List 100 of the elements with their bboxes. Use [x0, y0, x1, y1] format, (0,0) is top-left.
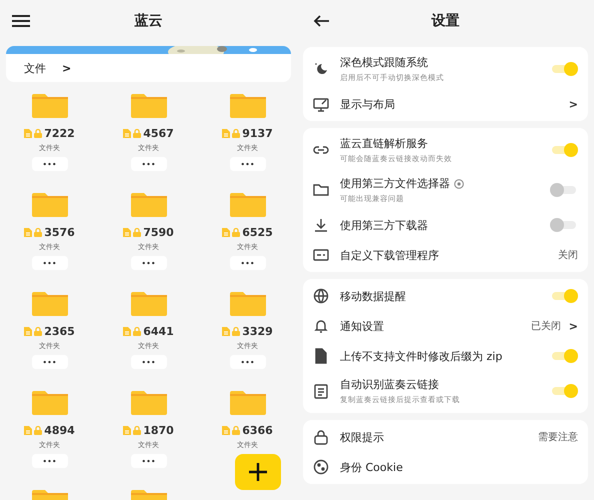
chevron-icon[interactable]: >	[568, 320, 578, 332]
more-button[interactable]: •••	[32, 256, 68, 270]
folder-icon[interactable]	[130, 193, 166, 217]
file-icon	[24, 327, 32, 336]
file-icon	[123, 426, 132, 435]
folder-name: 4567	[143, 127, 174, 140]
more-button[interactable]: •••	[32, 355, 68, 369]
folder-name: 2365	[44, 325, 75, 338]
toggle-switch[interactable]	[550, 62, 578, 76]
globe-icon	[313, 288, 329, 304]
setting-label: 深色模式跟随系统	[340, 55, 428, 70]
lock-icon	[313, 429, 329, 445]
more-button[interactable]: •••	[130, 157, 166, 171]
lock-icon	[34, 426, 42, 435]
folder-name: 6525	[242, 226, 273, 239]
folder-name: 9137	[242, 127, 273, 140]
folder-name: 1870	[143, 424, 174, 437]
setting-label: 自定义下载管理程序	[340, 248, 439, 262]
folder-icon[interactable]	[230, 94, 266, 118]
setting-label: 自动识别蓝奏云链接	[340, 377, 439, 392]
toggle-switch[interactable]	[550, 143, 578, 157]
setting-label: 使用第三方文件选择器	[340, 176, 450, 191]
more-button[interactable]: •••	[230, 256, 266, 270]
folder-name: 7590	[143, 226, 174, 239]
lock-icon	[232, 228, 240, 237]
more-button[interactable]: •••	[230, 355, 266, 369]
more-button[interactable]: •••	[130, 256, 166, 270]
more-button[interactable]: •••	[130, 355, 166, 369]
lock-icon	[133, 426, 142, 435]
setting-label: 通知设置	[340, 318, 384, 334]
setting-label: 使用第三方下载器	[340, 218, 428, 232]
lock-icon	[133, 228, 142, 237]
file-icon	[222, 129, 230, 138]
file-icon	[222, 228, 230, 237]
folder-icon[interactable]	[130, 94, 166, 118]
file-icon	[24, 228, 32, 237]
folder-name: 7222	[44, 127, 75, 140]
more-button[interactable]: •••	[230, 157, 266, 171]
folder-name: 4894	[44, 424, 75, 437]
folder-icon[interactable]	[230, 193, 266, 217]
folder-icon[interactable]	[230, 292, 266, 316]
setting-label: 蓝云直链解析服务	[340, 136, 428, 151]
setting-label: 显示与布局	[340, 96, 395, 112]
toggle-switch[interactable]	[550, 218, 578, 232]
lock-icon	[133, 129, 142, 138]
breadcrumb-link[interactable]: 文件	[24, 60, 46, 76]
folder-name: 6366	[242, 424, 273, 437]
lock-icon	[34, 129, 42, 138]
folder-icon[interactable]	[32, 292, 68, 316]
setting-label: 上传不支持文件时修改后缀为 zip	[340, 348, 502, 364]
cookie-icon	[313, 459, 329, 475]
more-button[interactable]: •••	[32, 157, 68, 171]
folder-name: 3576	[44, 226, 75, 239]
toggle-switch[interactable]	[550, 384, 578, 398]
lock-icon	[133, 327, 142, 336]
file-icon	[123, 228, 132, 237]
more-button[interactable]: •••	[130, 454, 166, 468]
folder-icon[interactable]	[130, 292, 166, 316]
folder-icon[interactable]	[230, 391, 266, 415]
folder-icon	[313, 182, 329, 198]
folder-icon[interactable]	[130, 391, 166, 415]
app-title: 蓝云	[134, 12, 162, 30]
setting-label: 权限提示	[340, 430, 384, 444]
bell-icon	[313, 318, 329, 334]
file-icon	[123, 327, 132, 336]
lock-icon	[34, 327, 42, 336]
download-icon	[313, 217, 329, 233]
folder-name: 6441	[143, 325, 174, 338]
setting-label: 移动数据提醒	[340, 288, 406, 304]
lock-icon	[232, 129, 240, 138]
page-title: 设置	[432, 12, 460, 30]
file-icon	[222, 426, 230, 435]
moon-icon	[313, 61, 329, 77]
more-button[interactable]: •••	[32, 454, 68, 468]
lock-icon	[34, 228, 42, 237]
file-icon	[222, 327, 230, 336]
menu-icon[interactable]	[12, 15, 30, 27]
back-arrow-icon[interactable]	[313, 15, 329, 27]
folder-name: 3329	[242, 325, 273, 338]
setting-value: 已关闭	[530, 320, 561, 333]
clipboard-icon	[313, 383, 329, 399]
toggle-switch[interactable]	[550, 183, 578, 197]
help-icon[interactable]	[454, 178, 464, 188]
folder-icon[interactable]	[32, 193, 68, 217]
folder-icon[interactable]	[32, 94, 68, 118]
setting-value: 需要注意	[538, 430, 578, 444]
add-button[interactable]	[235, 454, 281, 490]
file-icon	[123, 129, 132, 138]
chevron-icon[interactable]: >	[568, 98, 578, 110]
toggle-switch[interactable]	[550, 289, 578, 303]
file-icon	[313, 348, 329, 364]
monitor-icon	[313, 96, 329, 112]
folder-icon[interactable]	[32, 391, 68, 415]
file-icon	[24, 426, 32, 435]
setting-value: 关闭	[558, 248, 578, 262]
setting-label: 身份 Cookie	[340, 460, 403, 474]
card-icon	[313, 247, 329, 263]
toggle-switch[interactable]	[550, 349, 578, 363]
lock-icon	[232, 426, 240, 435]
lock-icon	[232, 327, 240, 336]
